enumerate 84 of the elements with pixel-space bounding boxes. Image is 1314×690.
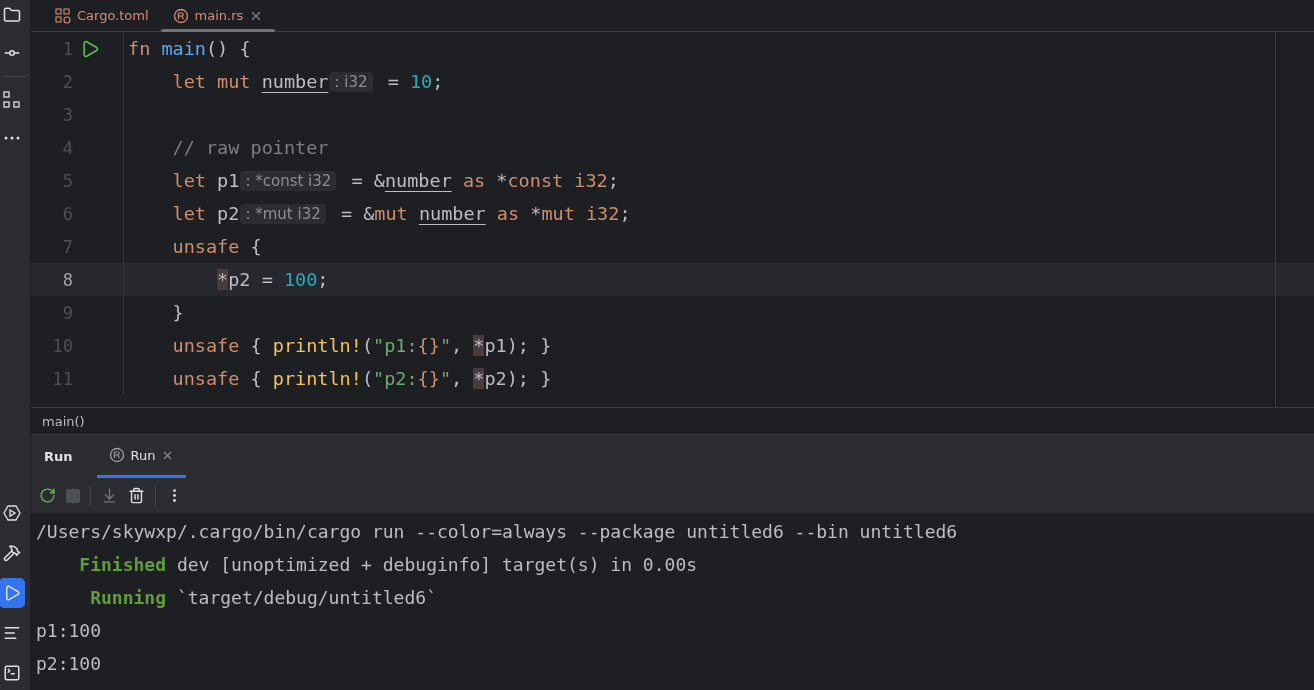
rust-icon xyxy=(108,447,125,463)
code-token: " xyxy=(439,335,452,356)
code-token: let mut xyxy=(172,71,252,92)
code-token: ; xyxy=(607,170,619,191)
code-token: = xyxy=(386,71,400,92)
code-token: as xyxy=(461,170,487,191)
code-token: , xyxy=(451,335,464,356)
code-token: ; xyxy=(432,71,444,92)
breadcrumb[interactable]: main() xyxy=(42,413,85,429)
terminal-icon xyxy=(3,664,21,682)
code-token: * xyxy=(530,203,542,224)
list-icon xyxy=(3,624,21,642)
code-token: () { xyxy=(206,38,251,59)
code-token: fn xyxy=(128,38,152,59)
type-hint: : *const i32 xyxy=(240,170,337,191)
code-token: number xyxy=(418,203,486,224)
code-token: { xyxy=(249,335,263,356)
code-token: ( xyxy=(361,335,374,356)
editor-tab[interactable]: main.rs xyxy=(160,0,276,31)
type-hint: : *mut i32 xyxy=(240,203,326,224)
code-token: { xyxy=(249,368,263,389)
structure-icon xyxy=(3,91,21,109)
code-token: } xyxy=(172,302,184,323)
console-text: p2:100 xyxy=(36,653,102,674)
play-icon xyxy=(3,584,21,602)
code-token: const i32 xyxy=(507,170,608,191)
code-token: unsafe xyxy=(172,236,240,257)
code-token: ; xyxy=(619,203,631,224)
code-token: = & xyxy=(339,203,375,224)
code-token: { xyxy=(249,236,262,257)
code-token: * xyxy=(496,170,508,191)
code-token: number xyxy=(384,170,452,191)
console-text: /Users/skywxp/.cargo/bin/cargo run --color=always --package untitled6 --bin untitled6 xyxy=(36,521,958,542)
code-token: * xyxy=(473,335,485,356)
folder-icon xyxy=(3,6,21,24)
code-token: unsafe xyxy=(172,335,240,356)
hammer-icon xyxy=(3,544,21,562)
toml-file-icon xyxy=(55,7,71,24)
code-token: let xyxy=(172,170,207,191)
code-token: 100 xyxy=(283,269,318,290)
code-token: ( xyxy=(361,368,374,389)
code-token: mut i32 xyxy=(541,203,620,224)
code-token: {} xyxy=(417,368,440,389)
type-hint: : i32 xyxy=(329,71,373,92)
rerun-icon[interactable] xyxy=(39,487,56,504)
code-token: ; xyxy=(317,269,329,290)
code-token: p2 xyxy=(217,203,240,224)
code-token: , xyxy=(451,368,464,389)
code-token: {} xyxy=(417,335,440,356)
tool-window-button[interactable] xyxy=(0,578,25,608)
code-token: // raw pointer xyxy=(172,137,329,158)
console-text: Finished xyxy=(78,554,167,575)
code-token: = & xyxy=(350,170,385,191)
code-token: mut xyxy=(374,203,409,224)
code-token: * xyxy=(217,269,229,290)
line-number: 8 xyxy=(61,269,73,290)
code-token: "p2: xyxy=(373,368,418,389)
console-text: Running xyxy=(89,587,167,608)
console-text: p1:100 xyxy=(36,620,102,641)
rust-file-icon xyxy=(172,7,189,24)
console-text: dev [unoptimized + debuginfo] target(s) in 0.00s xyxy=(175,554,698,575)
console-text: `target/debug/untitled6` xyxy=(175,587,437,608)
code-token: p2 = xyxy=(228,269,274,290)
services-icon xyxy=(3,504,21,522)
code-token: number xyxy=(261,71,329,92)
editor-tab[interactable]: Cargo.toml xyxy=(43,0,161,31)
code-token: "p1: xyxy=(373,335,418,356)
code-token: " xyxy=(439,368,452,389)
code-token: as xyxy=(495,203,521,224)
code-token: println! xyxy=(272,368,362,389)
code-token: p1 xyxy=(217,170,240,191)
panel-title: Run xyxy=(44,449,73,464)
code-token: 10 xyxy=(410,71,433,92)
code-token: p2); } xyxy=(484,368,552,389)
more-icon xyxy=(4,136,20,140)
trash-icon[interactable] xyxy=(128,487,145,504)
code-token: main xyxy=(161,38,206,59)
run-icon[interactable] xyxy=(80,38,100,59)
code-token: println! xyxy=(272,335,362,356)
code-token: let xyxy=(172,203,207,224)
code-token: p1); } xyxy=(484,335,552,356)
scroll-to-end-icon[interactable] xyxy=(101,487,118,504)
code-token: unsafe xyxy=(172,368,240,389)
code-token: * xyxy=(473,368,485,389)
